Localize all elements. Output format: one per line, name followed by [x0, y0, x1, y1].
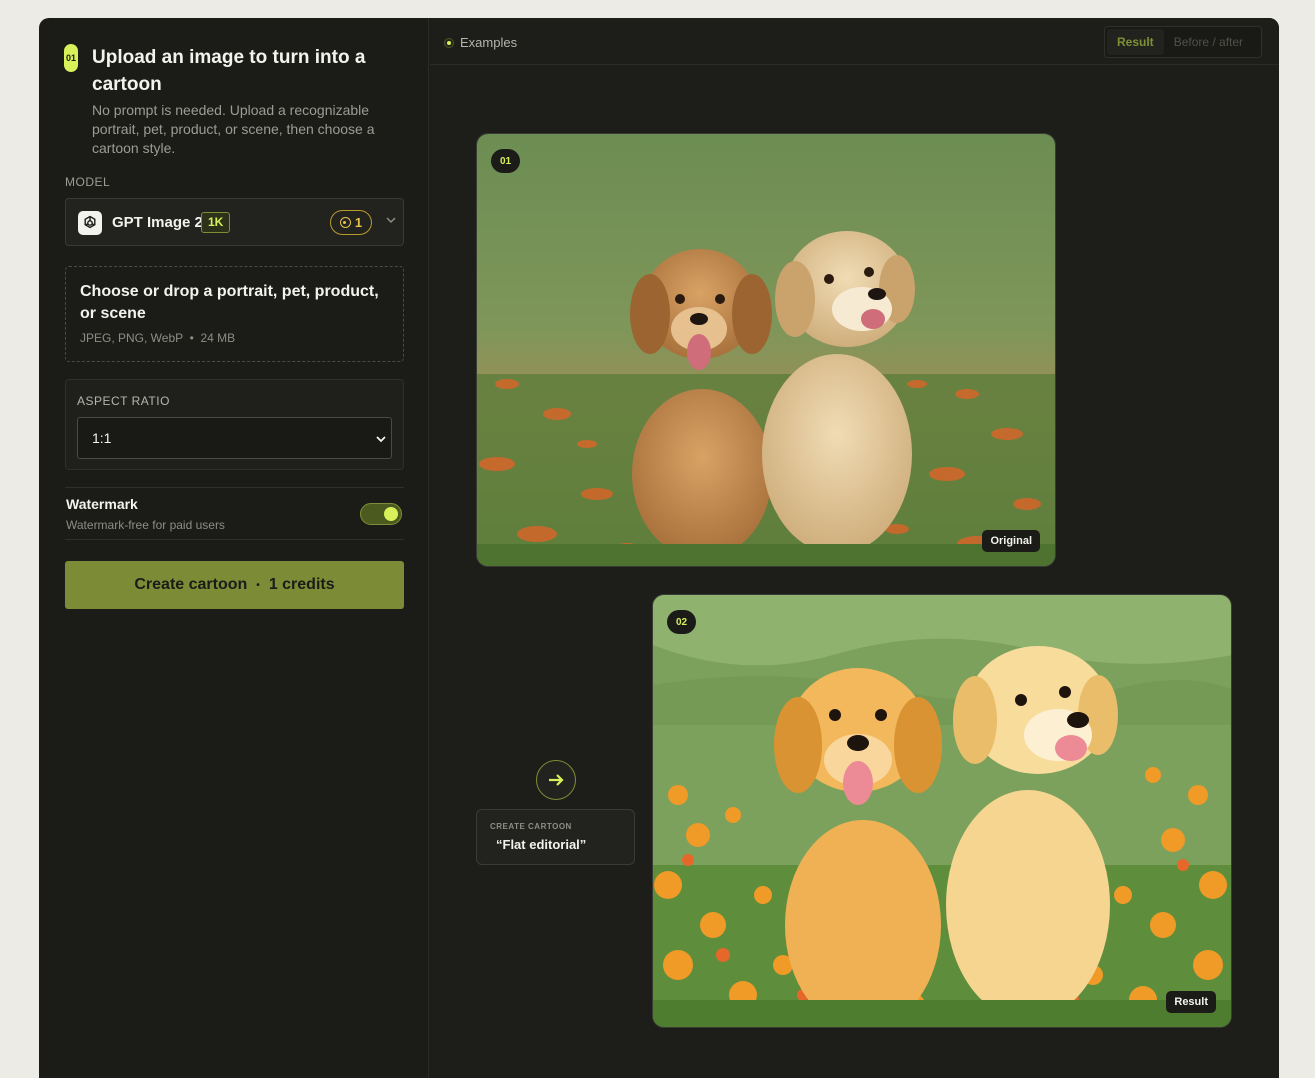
view-mode-toggle: Result Before / after — [1104, 26, 1262, 58]
chevron-down-icon — [384, 213, 398, 227]
create-button-label: Create cartoon — [134, 576, 248, 593]
original-puppies-image — [477, 134, 1055, 566]
page-title: Upload an image to turn into a cartoon — [92, 47, 366, 95]
app-window: 01 Upload an image to turn into a cartoo… — [39, 18, 1279, 1078]
dropzone-meta: JPEG, PNG, WebP • 24 MB — [80, 331, 235, 345]
examples-title: Examples — [460, 35, 518, 50]
model-name: GPT Image 2 — [112, 214, 203, 231]
card-number-badge: 02 — [667, 610, 696, 634]
aspect-ratio-value: 1:1 — [92, 430, 112, 446]
status-dot-icon — [444, 37, 454, 48]
credit-cost-value: 1 — [354, 215, 363, 230]
aspect-ratio-section: ASPECT RATIO 1:1 — [65, 379, 404, 470]
watermark-toggle[interactable] — [360, 503, 402, 525]
openai-icon — [78, 211, 102, 235]
aspect-ratio-label: ASPECT RATIO — [77, 394, 170, 408]
examples-label: Examples — [444, 35, 517, 50]
dropzone-separator: • — [189, 331, 194, 345]
credit-cost-badge: 1 — [330, 210, 372, 235]
coin-icon — [339, 217, 351, 228]
dropzone-title: Choose or drop a portrait, pet, product,… — [80, 283, 379, 322]
resolution-badge: 1K — [201, 212, 231, 233]
watermark-row: Watermark Watermark-free for paid users — [65, 487, 404, 540]
dropzone-formats: JPEG, PNG, WebP — [80, 331, 183, 345]
style-name: “Flat editorial” — [496, 837, 587, 852]
model-label: MODEL — [65, 175, 111, 189]
card-number-badge: 01 — [491, 149, 520, 173]
aspect-ratio-select[interactable]: 1:1 — [77, 417, 392, 459]
result-image-card[interactable]: 02 Result — [652, 594, 1232, 1028]
model-select[interactable]: GPT Image 2 1K 1 — [65, 198, 404, 246]
examples-header: Examples Result Before / after — [430, 18, 1279, 65]
create-cartoon-button[interactable]: Create cartoon • 1 credits — [65, 561, 404, 609]
upload-dropzone[interactable]: Choose or drop a portrait, pet, product,… — [65, 266, 404, 362]
create-button-separator: • — [256, 579, 260, 591]
arrow-right-icon — [536, 760, 576, 800]
dropzone-max-size: 24 MB — [200, 331, 236, 345]
examples-panel: Examples Result Before / after 01 Origin… — [430, 18, 1279, 1078]
chevron-down-icon — [374, 432, 388, 446]
result-label: Result — [1166, 991, 1216, 1013]
cartoon-puppies-image — [653, 595, 1231, 1027]
step-badge: 01 — [64, 44, 78, 72]
original-image-card[interactable]: 01 Original — [476, 133, 1056, 567]
tab-result[interactable]: Result — [1107, 29, 1164, 55]
settings-panel: 01 Upload an image to turn into a cartoo… — [39, 18, 429, 1078]
create-button-credits: 1 credits — [268, 576, 335, 593]
watermark-subtitle: Watermark-free for paid users — [66, 518, 225, 532]
page-description: No prompt is needed. Upload a recognizab… — [92, 102, 375, 156]
tab-before-after[interactable]: Before / after — [1164, 29, 1253, 55]
toggle-knob — [384, 507, 398, 521]
style-kicker: CREATE CARTOON — [490, 822, 572, 831]
original-label: Original — [982, 530, 1040, 552]
style-info-card: CREATE CARTOON “Flat editorial” — [476, 809, 635, 865]
watermark-title: Watermark — [66, 496, 138, 512]
